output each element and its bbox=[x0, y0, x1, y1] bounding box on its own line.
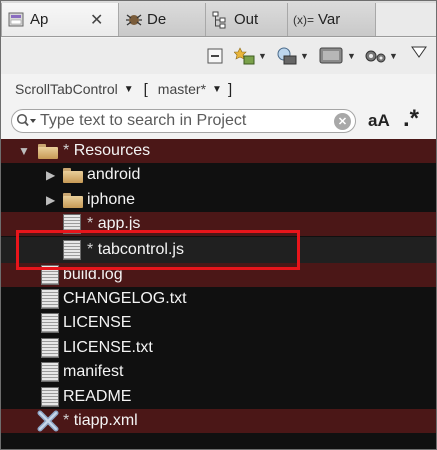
branch-bracket: [ bbox=[143, 80, 148, 98]
chevron-down-icon: ▼ bbox=[300, 51, 309, 61]
tab-variables[interactable]: (x)= Var bbox=[288, 3, 376, 36]
tree-item-label: iphone bbox=[87, 191, 136, 208]
tab-label: De bbox=[147, 11, 167, 28]
modified-marker: * bbox=[63, 412, 70, 429]
tree-item-label: android bbox=[87, 166, 141, 183]
tree-item-label: Resources bbox=[73, 142, 151, 159]
tree-item-readme[interactable]: README bbox=[1, 385, 436, 409]
tree-item-label: tiapp.xml bbox=[73, 412, 138, 429]
chevron-down-icon[interactable]: ▼ bbox=[212, 84, 222, 95]
collapse-arrow-icon[interactable]: ▶ bbox=[46, 168, 55, 182]
variables-icon: (x)= bbox=[293, 12, 314, 27]
close-icon[interactable]: ✕ bbox=[90, 10, 103, 30]
highlight-annotation-box bbox=[16, 230, 300, 270]
gear-icon bbox=[365, 50, 386, 63]
chevron-down-icon: ▼ bbox=[258, 51, 267, 61]
tree-item-iphone[interactable]: ▶ iphone bbox=[1, 188, 436, 212]
tree-item-label: LICENSE.txt bbox=[63, 339, 153, 356]
app-explorer-icon bbox=[8, 11, 26, 29]
branch-bracket-close: ] bbox=[227, 80, 233, 98]
chevron-down-icon: ▼ bbox=[347, 51, 356, 61]
file-icon bbox=[41, 289, 59, 309]
new-wizard-icon bbox=[234, 47, 255, 65]
tab-label: Ap bbox=[30, 11, 49, 28]
chevron-down-icon: ▼ bbox=[389, 51, 398, 61]
tree-item-label: LICENSE bbox=[63, 314, 132, 331]
project-selector[interactable]: ScrollTabControl bbox=[15, 81, 118, 97]
search-icon[interactable] bbox=[16, 113, 38, 129]
clear-search-icon[interactable]: ✕ bbox=[334, 113, 351, 130]
regex-toggle[interactable]: .* bbox=[403, 105, 419, 133]
xml-file-icon bbox=[37, 410, 59, 432]
folder-icon bbox=[63, 190, 83, 210]
collapse-arrow-icon[interactable]: ▶ bbox=[46, 193, 55, 207]
folder-open-icon bbox=[38, 141, 58, 161]
tree-item-tiapp-xml[interactable]: * tiapp.xml bbox=[1, 409, 436, 433]
project-selector-row: ScrollTabControl ▼ [ master* ▼ ] bbox=[1, 77, 436, 101]
tree-item-changelog-txt[interactable]: CHANGELOG.txt bbox=[1, 287, 436, 311]
collapse-all-icon bbox=[207, 48, 223, 64]
folder-icon bbox=[63, 165, 83, 185]
project-tree: ▼ * Resources ▶ android ▶ iphone * app.j… bbox=[1, 139, 436, 449]
deploy-icon bbox=[319, 47, 343, 64]
branch-selector[interactable]: master* bbox=[158, 81, 206, 97]
new-menu-button[interactable]: ▼ bbox=[234, 46, 267, 66]
tree-item-label: README bbox=[63, 388, 132, 405]
file-icon bbox=[41, 362, 59, 382]
deploy-menu-button[interactable]: ▼ bbox=[319, 46, 356, 66]
view-tab-strip: Ap ✕ De Out (x)= Var bbox=[1, 1, 436, 37]
search-input[interactable] bbox=[40, 112, 330, 130]
tree-item-manifest[interactable]: manifest bbox=[1, 360, 436, 384]
tab-label: Var bbox=[318, 11, 341, 28]
project-explorer-panel: Ap ✕ De Out (x)= Var ▼ ▼ ▼ ▼ ScrollTabCo… bbox=[0, 0, 437, 450]
project-search-box[interactable]: ✕ bbox=[11, 109, 356, 133]
view-menu-button[interactable] bbox=[411, 42, 427, 62]
run-menu-button[interactable]: ▼ bbox=[276, 46, 309, 66]
tab-outline[interactable]: Out bbox=[206, 3, 288, 36]
run-icon bbox=[277, 47, 297, 65]
case-sensitive-toggle[interactable]: aA bbox=[368, 111, 390, 131]
tree-item-license[interactable]: LICENSE bbox=[1, 311, 436, 335]
debug-icon bbox=[125, 11, 143, 29]
view-toolbar: ▼ ▼ ▼ ▼ bbox=[1, 38, 436, 74]
chevron-down-icon[interactable]: ▼ bbox=[124, 84, 134, 95]
tree-item-license-txt[interactable]: LICENSE.txt bbox=[1, 336, 436, 360]
tab-strip-filler bbox=[376, 3, 436, 36]
tree-item-label: manifest bbox=[63, 363, 124, 380]
file-icon bbox=[41, 338, 59, 358]
view-menu-icon bbox=[411, 46, 427, 58]
outline-icon bbox=[212, 11, 230, 29]
tab-debug[interactable]: De bbox=[119, 3, 206, 36]
tab-app-explorer[interactable]: Ap ✕ bbox=[1, 3, 119, 36]
file-icon bbox=[41, 313, 59, 333]
expand-arrow-icon[interactable]: ▼ bbox=[18, 144, 30, 158]
settings-menu-button[interactable]: ▼ bbox=[363, 46, 398, 66]
file-icon bbox=[41, 387, 59, 407]
tree-item-resources[interactable]: ▼ * Resources bbox=[1, 139, 436, 163]
tab-label: Out bbox=[234, 11, 259, 28]
tree-item-label: CHANGELOG.txt bbox=[63, 290, 187, 307]
collapse-all-button[interactable] bbox=[206, 46, 224, 66]
tree-item-android[interactable]: ▶ android bbox=[1, 163, 436, 187]
modified-marker: * bbox=[63, 142, 70, 159]
